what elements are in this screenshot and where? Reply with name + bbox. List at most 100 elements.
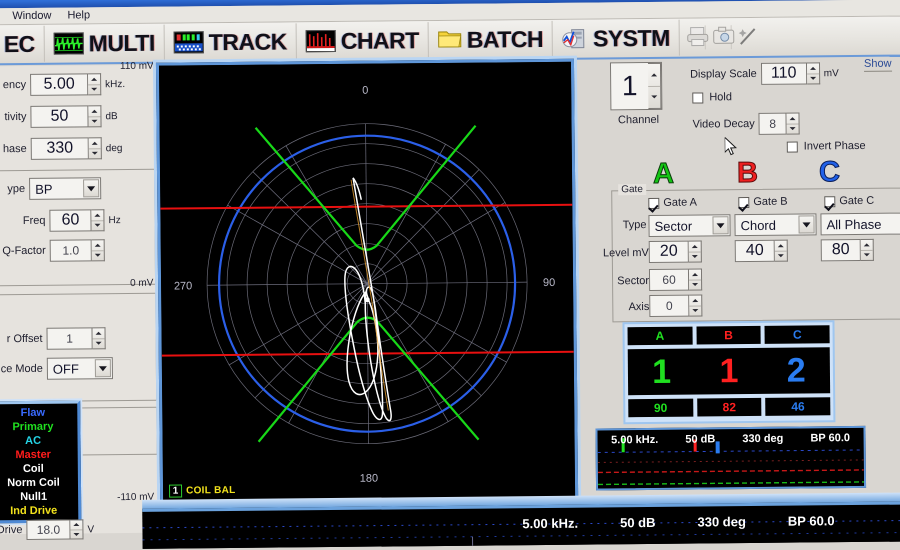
toolbar-button-systm[interactable]: SYSTM xyxy=(552,19,680,57)
printer-icon[interactable] xyxy=(679,25,709,50)
menu-window[interactable]: Window xyxy=(12,10,51,22)
angle-label-0: 0 xyxy=(362,85,368,97)
display-scale-input[interactable]: 110 xyxy=(760,62,807,85)
chevron-down-icon[interactable] xyxy=(712,216,729,235)
invert-phase-row[interactable]: Invert Phase xyxy=(786,139,870,153)
abc-header-b: B xyxy=(696,325,762,345)
gate-a-level-stepper[interactable] xyxy=(688,240,702,263)
toolbar-label-systm: SYSTM xyxy=(592,24,670,52)
q-factor-input[interactable]: 1.0 xyxy=(49,239,92,262)
gate-sector-label: Sector xyxy=(617,274,650,288)
gate-a-level-row: 20 xyxy=(648,240,702,263)
filter-freq-stepper[interactable] xyxy=(91,209,105,232)
impedance-plane-display[interactable]: 0 90 180 270 1 COIL BAL xyxy=(155,58,579,505)
abc-footer-row: 90 82 46 xyxy=(628,397,831,418)
abc-footer-c: 46 xyxy=(765,397,831,416)
mode-select[interactable]: OFF xyxy=(46,357,113,380)
gate-b-level-input[interactable]: 40 xyxy=(734,239,775,263)
gate-axis-stepper[interactable] xyxy=(689,294,703,317)
phase-stepper[interactable] xyxy=(88,137,102,160)
chevron-down-icon[interactable] xyxy=(83,179,100,198)
legend-item-flaw: Flaw xyxy=(20,406,46,420)
video-decay-input[interactable]: 8 xyxy=(758,112,787,135)
strip-readout-phase: 330 deg xyxy=(742,432,784,446)
gate-b-type-select[interactable]: Chord xyxy=(734,213,817,237)
channel-value: 1 xyxy=(621,70,638,102)
camera-icon[interactable] xyxy=(705,25,735,50)
display-scale-unit: mV xyxy=(823,67,839,79)
signal-null-point xyxy=(364,297,370,303)
gate-a-check-row[interactable]: Gate A xyxy=(648,196,701,209)
offset-stepper[interactable] xyxy=(92,327,106,350)
frequency-label: ency xyxy=(2,78,27,92)
hold-checkbox[interactable] xyxy=(692,91,704,104)
toolbar-button-multi[interactable]: MULTI xyxy=(44,24,165,62)
display-scale-stepper[interactable] xyxy=(806,62,820,85)
chevron-down-icon[interactable] xyxy=(798,215,815,234)
drive-row: Drive 18.0 V xyxy=(0,519,94,540)
gate-sector-input[interactable]: 60 xyxy=(648,268,690,291)
toolbar-button-batch[interactable]: BATCH xyxy=(428,20,554,59)
drive-label: Drive xyxy=(0,524,23,537)
gate-letter-a: A xyxy=(652,157,675,190)
gate-c-type-select[interactable]: All Phase xyxy=(820,212,900,236)
gate-type-label: Type xyxy=(622,219,647,232)
angle-label-180: 180 xyxy=(360,473,378,485)
menu-help[interactable]: Help xyxy=(67,9,90,21)
channel-label: Channel xyxy=(617,113,660,127)
toolbar-button-chart[interactable]: CHART xyxy=(296,22,429,60)
angle-label-270: 270 xyxy=(174,280,192,292)
toolbar-label-batch: BATCH xyxy=(466,25,544,53)
strip-chart-right[interactable]: 5.00 kHz. 50 dB 330 deg BP 60.0 xyxy=(595,425,867,491)
toolbar-button-ec[interactable]: EC xyxy=(0,25,45,63)
offset-input[interactable]: 1 xyxy=(46,327,93,350)
video-decay-label: Video Decay xyxy=(692,117,755,131)
phase-input[interactable]: 330 xyxy=(30,137,89,160)
mouse-cursor xyxy=(724,136,738,156)
frequency-stepper[interactable] xyxy=(88,73,102,96)
toolbar-label-ec: EC xyxy=(3,30,35,57)
gate-b-checkbox[interactable] xyxy=(738,196,750,208)
gate-axis-row: 0 xyxy=(649,294,703,317)
filter-freq-input[interactable]: 60 xyxy=(49,209,92,232)
frequency-input[interactable]: 5.00 xyxy=(30,73,89,96)
sensitivity-stepper[interactable] xyxy=(88,105,102,128)
gate-c-check-row[interactable]: Gate C xyxy=(824,195,878,208)
video-decay-stepper[interactable] xyxy=(786,112,800,135)
filter-type-select[interactable]: BP xyxy=(29,177,102,200)
sensitivity-label: tivity xyxy=(4,110,27,124)
q-factor-stepper[interactable] xyxy=(91,239,105,262)
gate-a-check-label: Gate A xyxy=(663,196,698,209)
hold-label: Hold xyxy=(709,91,732,104)
gate-b-level-stepper[interactable] xyxy=(774,239,788,262)
offset-label: r Offset xyxy=(6,332,43,346)
hold-row[interactable]: Hold xyxy=(692,91,736,103)
status-readout-filter: BP 60.0 xyxy=(787,513,835,529)
invert-phase-checkbox[interactable] xyxy=(786,141,798,153)
wand-icon[interactable] xyxy=(732,25,758,49)
gate-letter-b: B xyxy=(736,156,759,190)
strip-chart-readout: 5.00 kHz. 50 dB 330 deg BP 60.0 xyxy=(598,432,864,447)
chart-icon xyxy=(305,29,336,53)
system-icon xyxy=(562,28,588,50)
gate-a-checkbox[interactable] xyxy=(648,197,660,209)
show-link[interactable]: Show xyxy=(863,57,892,72)
channel-stepper[interactable] xyxy=(647,62,662,109)
gate-a-level-input[interactable]: 20 xyxy=(648,240,689,263)
gate-c-level-input[interactable]: 80 xyxy=(820,238,861,262)
sensitivity-input[interactable]: 50 xyxy=(30,105,89,128)
gate-b-check-row[interactable]: Gate B xyxy=(738,196,791,209)
channel-tag: 1 xyxy=(168,484,183,498)
invert-phase-label: Invert Phase xyxy=(803,139,866,153)
gate-c-level-stepper[interactable] xyxy=(860,238,874,261)
chevron-down-icon[interactable] xyxy=(94,359,111,378)
gate-a-type-select[interactable]: Sector xyxy=(648,214,731,237)
gate-sector-stepper[interactable] xyxy=(688,268,703,291)
drive-input[interactable]: 18.0 xyxy=(26,519,71,540)
toolbar-button-track[interactable]: TRACK xyxy=(164,23,297,61)
gate-axis-input[interactable]: 0 xyxy=(649,294,690,317)
gate-c-checkbox[interactable] xyxy=(824,195,836,207)
mode-value: OFF xyxy=(52,360,79,377)
channel-selector[interactable]: 1 xyxy=(609,61,663,111)
drive-stepper[interactable] xyxy=(70,519,84,540)
